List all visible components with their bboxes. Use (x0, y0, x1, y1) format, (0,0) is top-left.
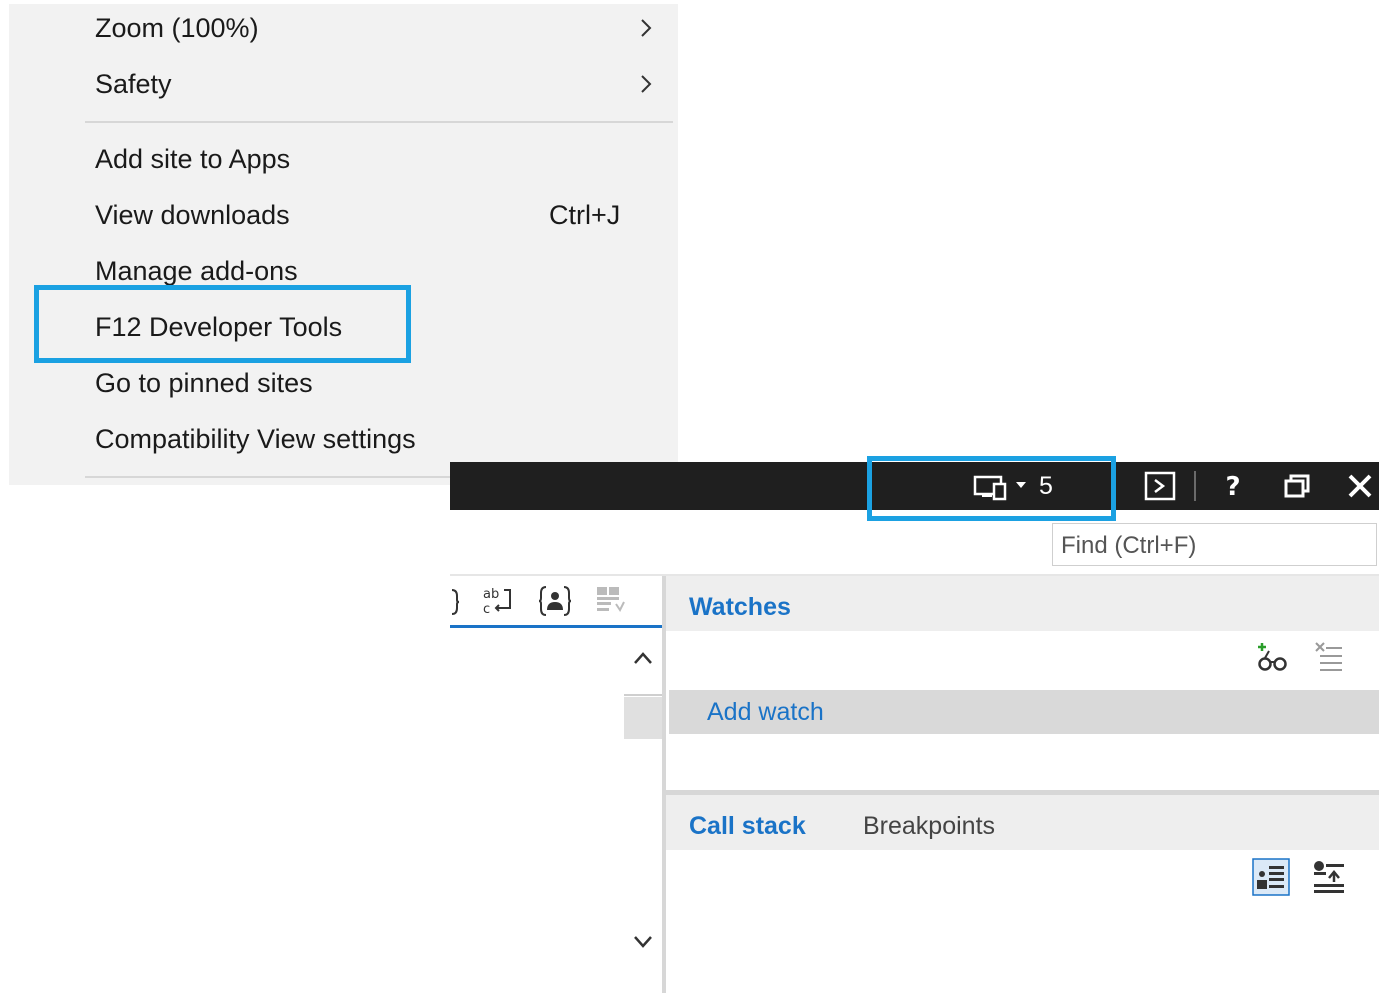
menu-separator (85, 121, 673, 123)
show-native-code-icon[interactable] (1310, 858, 1348, 896)
exception-behavior-icon[interactable] (594, 584, 628, 618)
pretty-print-icon[interactable] (450, 586, 460, 618)
toolbar-divider (1194, 471, 1196, 501)
svg-text:?: ? (1225, 472, 1240, 502)
tab-call-stack[interactable]: Call stack (689, 811, 806, 841)
menu-item-compatibility-view-settings[interactable]: Compatibility View settings (95, 423, 416, 455)
shortcut-label: Ctrl+J (549, 200, 621, 230)
word-wrap-icon[interactable]: ab c (480, 584, 516, 618)
add-watch-label[interactable]: Add watch (707, 697, 824, 727)
tab-breakpoints[interactable]: Breakpoints (863, 811, 995, 841)
tools-menu: Zoom (100%) Safety Add site to Apps View… (9, 4, 678, 485)
chevron-right-icon (641, 19, 652, 37)
menu-item-view-downloads[interactable]: View downloads (95, 199, 290, 231)
developer-tools-window: 5 ? Find (Ctrl+F) ab c Watches Add watch… (450, 462, 1379, 993)
undock-icon[interactable] (1282, 470, 1312, 502)
menu-item-add-site-to-apps[interactable]: Add site to Apps (95, 143, 290, 175)
find-input[interactable]: Find (Ctrl+F) (1052, 523, 1377, 566)
call-stack-header: Call stack Breakpoints (666, 795, 1379, 850)
console-icon[interactable] (1143, 470, 1177, 502)
help-icon[interactable]: ? (1220, 470, 1246, 502)
scroll-down-icon[interactable] (633, 934, 653, 950)
svg-text:c: c (483, 602, 490, 617)
scroll-track (624, 694, 662, 696)
add-watch-row[interactable]: Add watch (669, 690, 1379, 734)
debugger-toolbar: ab c (450, 576, 662, 628)
scroll-thumb[interactable] (624, 697, 662, 739)
watches-header: Watches (666, 576, 1379, 631)
highlight-box (867, 456, 1116, 521)
vertical-splitter[interactable] (662, 576, 666, 993)
close-icon[interactable] (1346, 470, 1374, 502)
menu-item-zoom[interactable]: Zoom (100%) (95, 12, 259, 44)
watches-title[interactable]: Watches (689, 592, 791, 622)
menu-item-go-to-pinned-sites[interactable]: Go to pinned sites (95, 367, 313, 399)
scrollbar[interactable] (624, 642, 662, 993)
scroll-up-icon[interactable] (633, 650, 653, 666)
just-my-code-icon[interactable] (538, 584, 572, 618)
highlight-box (34, 285, 411, 363)
tab-underline (450, 625, 662, 628)
menu-item-manage-add-ons[interactable]: Manage add-ons (95, 255, 298, 287)
show-frames-icon[interactable] (1252, 858, 1290, 896)
delete-all-watches-icon[interactable] (1312, 640, 1346, 674)
menu-item-safety[interactable]: Safety (95, 68, 172, 100)
chevron-right-icon (641, 75, 652, 93)
add-watch-icon[interactable] (1256, 640, 1290, 674)
svg-text:ab: ab (483, 587, 499, 602)
